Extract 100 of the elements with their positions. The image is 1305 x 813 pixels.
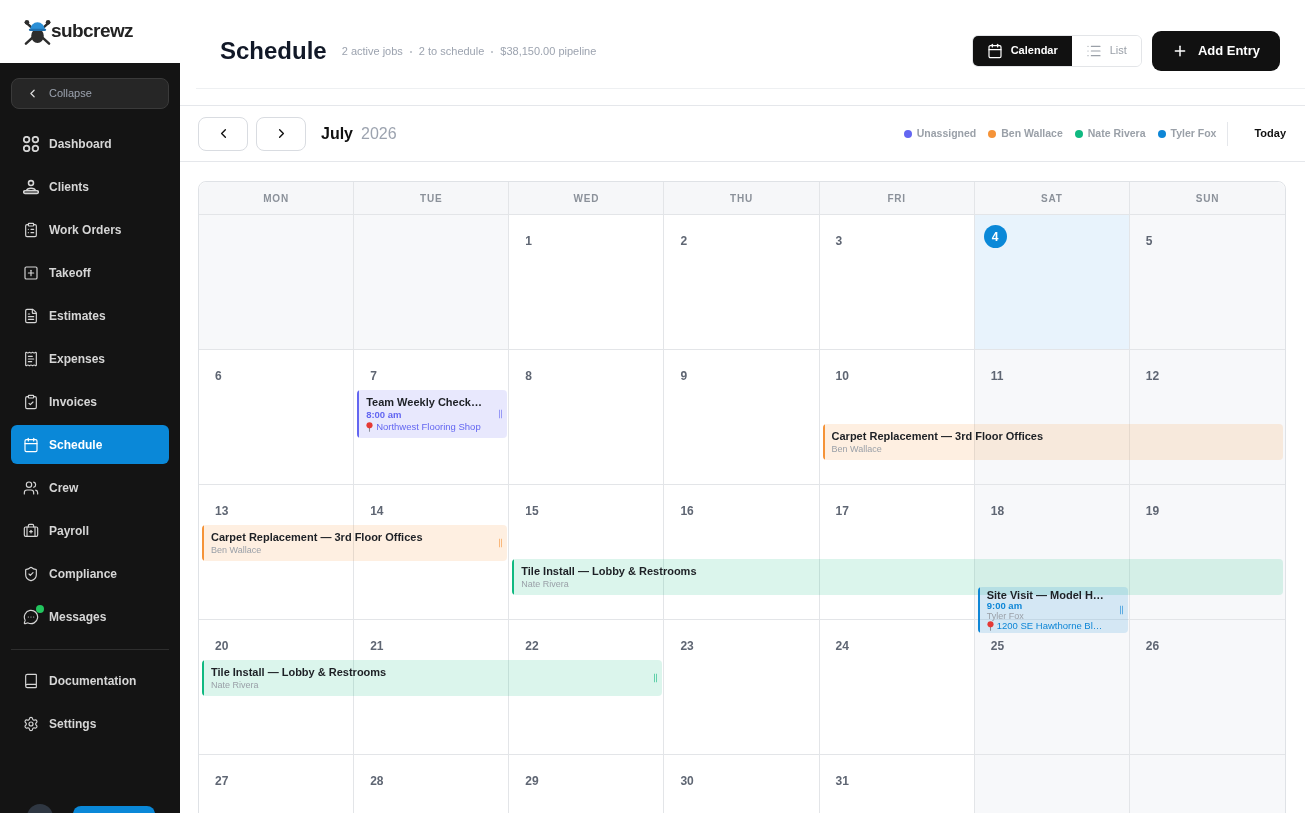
- resize-handle-icon[interactable]: [499, 409, 503, 419]
- grid-icon: [23, 135, 39, 152]
- event-title: Carpet Replacement — 3rd Floor Offices: [831, 429, 1044, 443]
- resize-handle-icon[interactable]: [654, 673, 658, 683]
- calendar-event[interactable]: Carpet Replacement — 3rd Floor Offices Ben Wallace: [822, 424, 1283, 460]
- day-number: 1: [525, 234, 532, 248]
- day-number: 16: [680, 504, 694, 518]
- day-number: 23: [680, 639, 694, 653]
- users-icon: [23, 479, 39, 496]
- event-time: 9:00 am: [986, 601, 1023, 611]
- resize-handle-icon[interactable]: [1119, 605, 1123, 615]
- legend-label: Ben Wallace: [1001, 125, 1063, 141]
- day-number: 27: [215, 774, 229, 788]
- briefcase-plus-icon: [23, 522, 39, 539]
- settings-icon: [23, 715, 39, 732]
- event-location: 1200 SE Hawthorne Bl…: [996, 621, 1103, 631]
- weekday-header: THU: [664, 182, 820, 214]
- sidebar-nav-item[interactable]: Dashboard: [11, 124, 169, 163]
- day-number: 28: [370, 774, 384, 788]
- pin-icon: [986, 621, 994, 631]
- day-number: 25: [990, 639, 1005, 653]
- document-icon: [23, 307, 39, 324]
- sidebar-nav-item[interactable]: Payroll: [11, 511, 169, 550]
- event-location: Northwest Flooring Shop: [376, 421, 481, 433]
- helmet-wrenches-icon: [24, 17, 51, 46]
- day-number: 15: [525, 504, 539, 518]
- sidebar-nav-item[interactable]: Takeoff: [11, 253, 169, 292]
- weekday-header: FRI: [819, 182, 975, 214]
- book-icon: [23, 672, 39, 689]
- sidebar-nav-item[interactable]: Messages: [11, 597, 169, 636]
- day-number: 20: [215, 639, 229, 653]
- day-number: 31: [835, 774, 849, 788]
- person-icon: [23, 178, 39, 195]
- weekday-header: MON: [199, 182, 355, 214]
- shield-check-icon: [23, 565, 39, 582]
- today-button[interactable]: Today: [1254, 125, 1286, 142]
- day-number: 3: [835, 234, 843, 248]
- calendar-event[interactable]: Team Weekly Check… 8:00 am Northwest Flooring Shop: [357, 390, 508, 438]
- sidebar-nav-item[interactable]: Estimates: [11, 296, 169, 335]
- day-number: 22: [525, 639, 539, 653]
- sidebar-nav-item[interactable]: Compliance: [11, 554, 169, 593]
- day-number: 9: [680, 369, 688, 383]
- day-number: 21: [370, 639, 384, 653]
- event-assignee: Tyler Fox: [986, 611, 1024, 621]
- day-number: 2: [680, 234, 688, 248]
- sidebar-nav-item[interactable]: Documentation: [11, 661, 169, 700]
- sidebar-nav-item[interactable]: Crew: [11, 468, 169, 507]
- header-stat: 2 to schedule: [418, 44, 485, 60]
- calendar-event[interactable]: Carpet Replacement — 3rd Floor Offices Ben Wallace: [202, 525, 508, 561]
- day-number: 30: [680, 774, 694, 788]
- receipt-icon: [23, 350, 39, 367]
- resize-handle-icon[interactable]: [499, 538, 503, 548]
- collapse-button[interactable]: Collapse: [11, 78, 169, 109]
- sidebar-nav-item[interactable]: Settings: [11, 704, 169, 743]
- event-title: Tile Install — Lobby & Restrooms: [521, 564, 697, 578]
- event-title: Team Weekly Check…: [366, 395, 482, 409]
- day-number: 7: [370, 369, 377, 383]
- day-number: 17: [835, 504, 849, 518]
- day-number: 14: [370, 504, 384, 518]
- view-tab[interactable]: Calendar: [972, 35, 1072, 66]
- day-number: 10: [835, 369, 849, 383]
- day-number: 19: [1145, 504, 1160, 518]
- day-number: 11: [990, 369, 1004, 383]
- day-number: 18: [990, 504, 1005, 518]
- day-number: 29: [525, 774, 539, 788]
- sidebar-nav-item[interactable]: Invoices: [11, 382, 169, 421]
- chat-bubble-icon: [23, 608, 39, 625]
- next-month-button[interactable]: [256, 116, 306, 151]
- legend-label: Nate Rivera: [1087, 125, 1146, 141]
- day-number: 13: [215, 504, 229, 518]
- event-assignee: Ben Wallace: [211, 544, 262, 556]
- calendar-icon: [986, 42, 1003, 59]
- calendar-event[interactable]: Tile Install — Lobby & Restrooms Nate Rivera: [202, 660, 663, 696]
- previous-month-button[interactable]: [198, 116, 248, 151]
- sidebar-nav-item[interactable]: Expenses: [11, 339, 169, 378]
- year-label: 2026: [361, 123, 397, 144]
- day-number: 26: [1145, 639, 1160, 653]
- weekday-header: SAT: [974, 182, 1130, 214]
- header-stat: $38,150.00 pipeline: [500, 44, 597, 60]
- weekday-header: WED: [509, 182, 665, 214]
- page-title: Schedule: [220, 35, 327, 66]
- today-marker: 4: [983, 225, 1007, 248]
- sidebar-nav-item[interactable]: Work Orders: [11, 210, 169, 249]
- event-assignee: Nate Rivera: [211, 679, 259, 691]
- calendar-icon: [23, 436, 39, 453]
- clipboard-list-icon: [23, 221, 39, 238]
- legend-label: Tyler Fox: [1170, 125, 1217, 141]
- month-label: July: [321, 123, 353, 144]
- sidebar-nav-item[interactable]: Clients: [11, 167, 169, 206]
- day-number: 12: [1145, 369, 1160, 383]
- sidebar-nav-item[interactable]: Schedule: [11, 425, 169, 464]
- day-number: 5: [1145, 234, 1153, 248]
- logo-text: subcrewz: [51, 19, 134, 44]
- event-title: Carpet Replacement — 3rd Floor Offices: [211, 530, 423, 544]
- event-time: 8:00 am: [366, 409, 402, 421]
- add-entry-button[interactable]: Add Entry: [1151, 30, 1280, 71]
- day-number: 6: [215, 369, 222, 383]
- pin-icon: [366, 422, 374, 432]
- day-number: 24: [835, 639, 849, 653]
- weekday-header: SUN: [1129, 182, 1285, 214]
